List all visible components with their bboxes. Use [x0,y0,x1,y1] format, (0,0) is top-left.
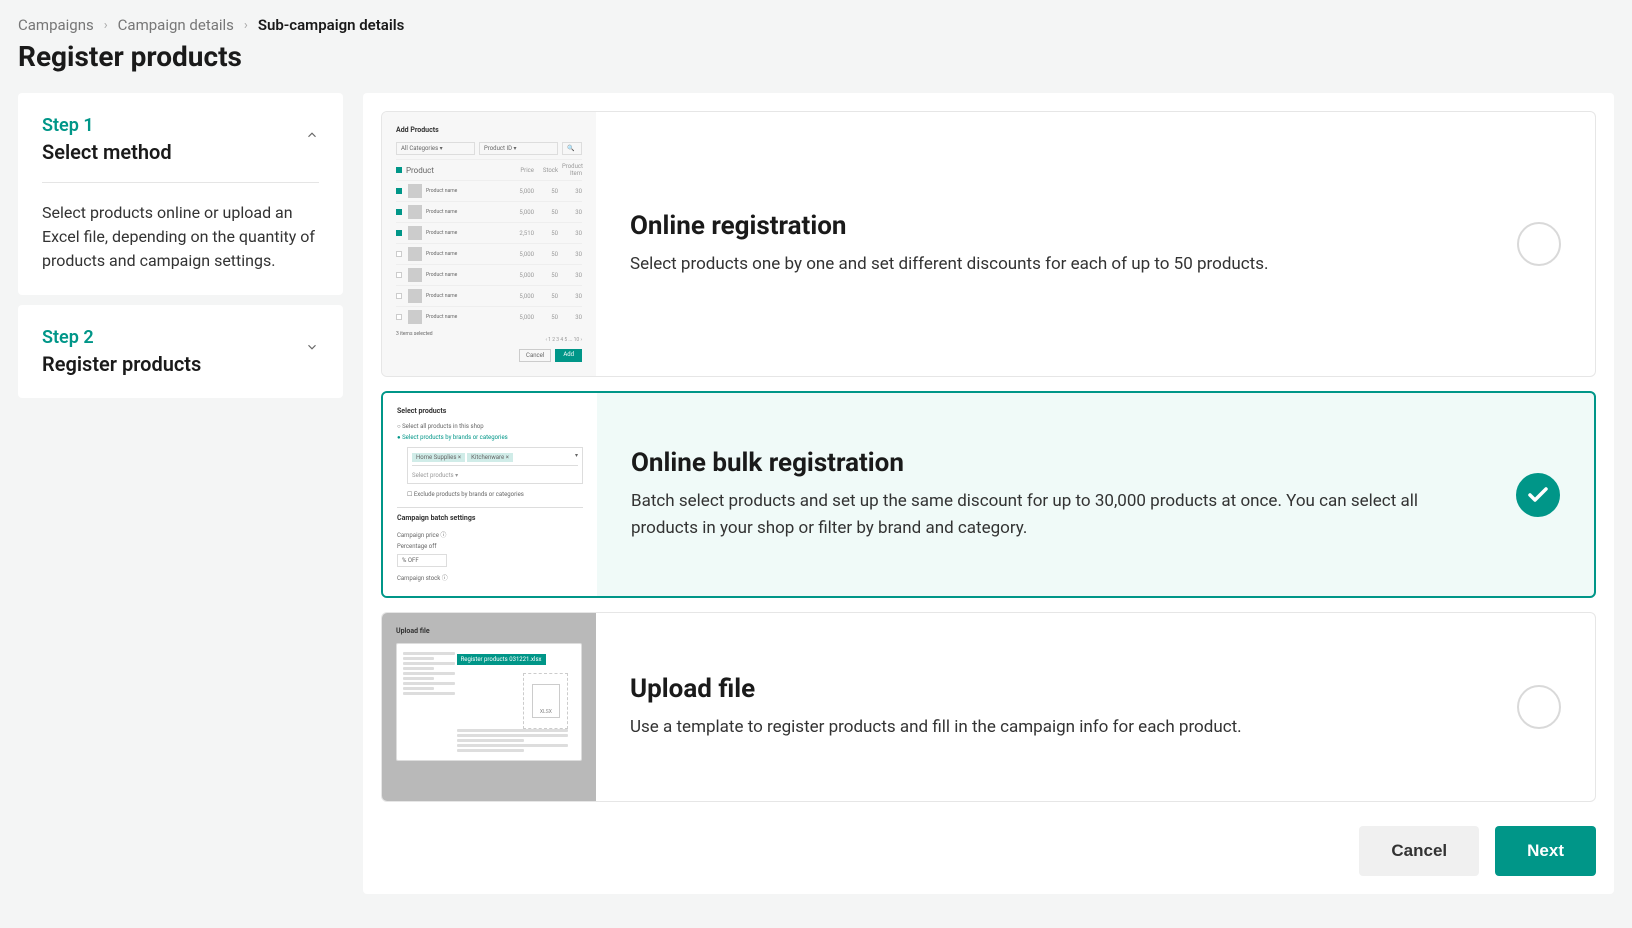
main-content: Add Products All Categories ▾ Product ID… [363,93,1614,894]
radio-checked-icon[interactable] [1516,473,1560,517]
breadcrumb-current: Sub-campaign details [258,16,405,34]
sidebar: Step 1 Select method Select products onl… [18,93,343,894]
next-button[interactable]: Next [1495,826,1596,876]
option-title: Online registration [630,211,1487,241]
thumbnail-upload: Upload file Register products 031221.xls… [382,613,596,801]
step-1-title: Select method [42,140,172,164]
cancel-button[interactable]: Cancel [1359,826,1479,876]
thumbnail-bulk: Select products ○ Select all products in… [383,393,597,596]
option-upload-file[interactable]: Upload file Register products 031221.xls… [381,612,1596,802]
breadcrumb-link-details[interactable]: Campaign details [118,16,234,34]
option-online-registration[interactable]: Add Products All Categories ▾ Product ID… [381,111,1596,377]
chevron-right-icon: › [104,18,108,33]
step-1-number: Step 1 [42,115,172,136]
option-description: Use a template to register products and … [630,714,1487,740]
breadcrumb: Campaigns › Campaign details › Sub-campa… [18,16,1614,34]
step-2-number: Step 2 [42,327,201,348]
page-title: Register products [18,40,1614,73]
option-description: Select products one by one and set diffe… [630,251,1487,277]
thumbnail-online: Add Products All Categories ▾ Product ID… [382,112,596,376]
chevron-up-icon [305,127,319,146]
step-2-title: Register products [42,352,201,376]
chevron-right-icon: › [244,18,248,33]
option-title: Online bulk registration [631,448,1486,478]
chevron-down-icon [305,339,319,358]
option-description: Batch select products and set up the sam… [631,488,1486,541]
step-1-description: Select products online or upload an Exce… [42,201,319,273]
step-1-card[interactable]: Step 1 Select method Select products onl… [18,93,343,295]
action-bar: Cancel Next [381,816,1596,876]
radio-unchecked-icon[interactable] [1517,685,1561,729]
radio-unchecked-icon[interactable] [1517,222,1561,266]
breadcrumb-link-campaigns[interactable]: Campaigns [18,16,94,34]
option-bulk-registration[interactable]: Select products ○ Select all products in… [381,391,1596,598]
option-title: Upload file [630,674,1487,704]
step-2-card[interactable]: Step 2 Register products [18,305,343,398]
